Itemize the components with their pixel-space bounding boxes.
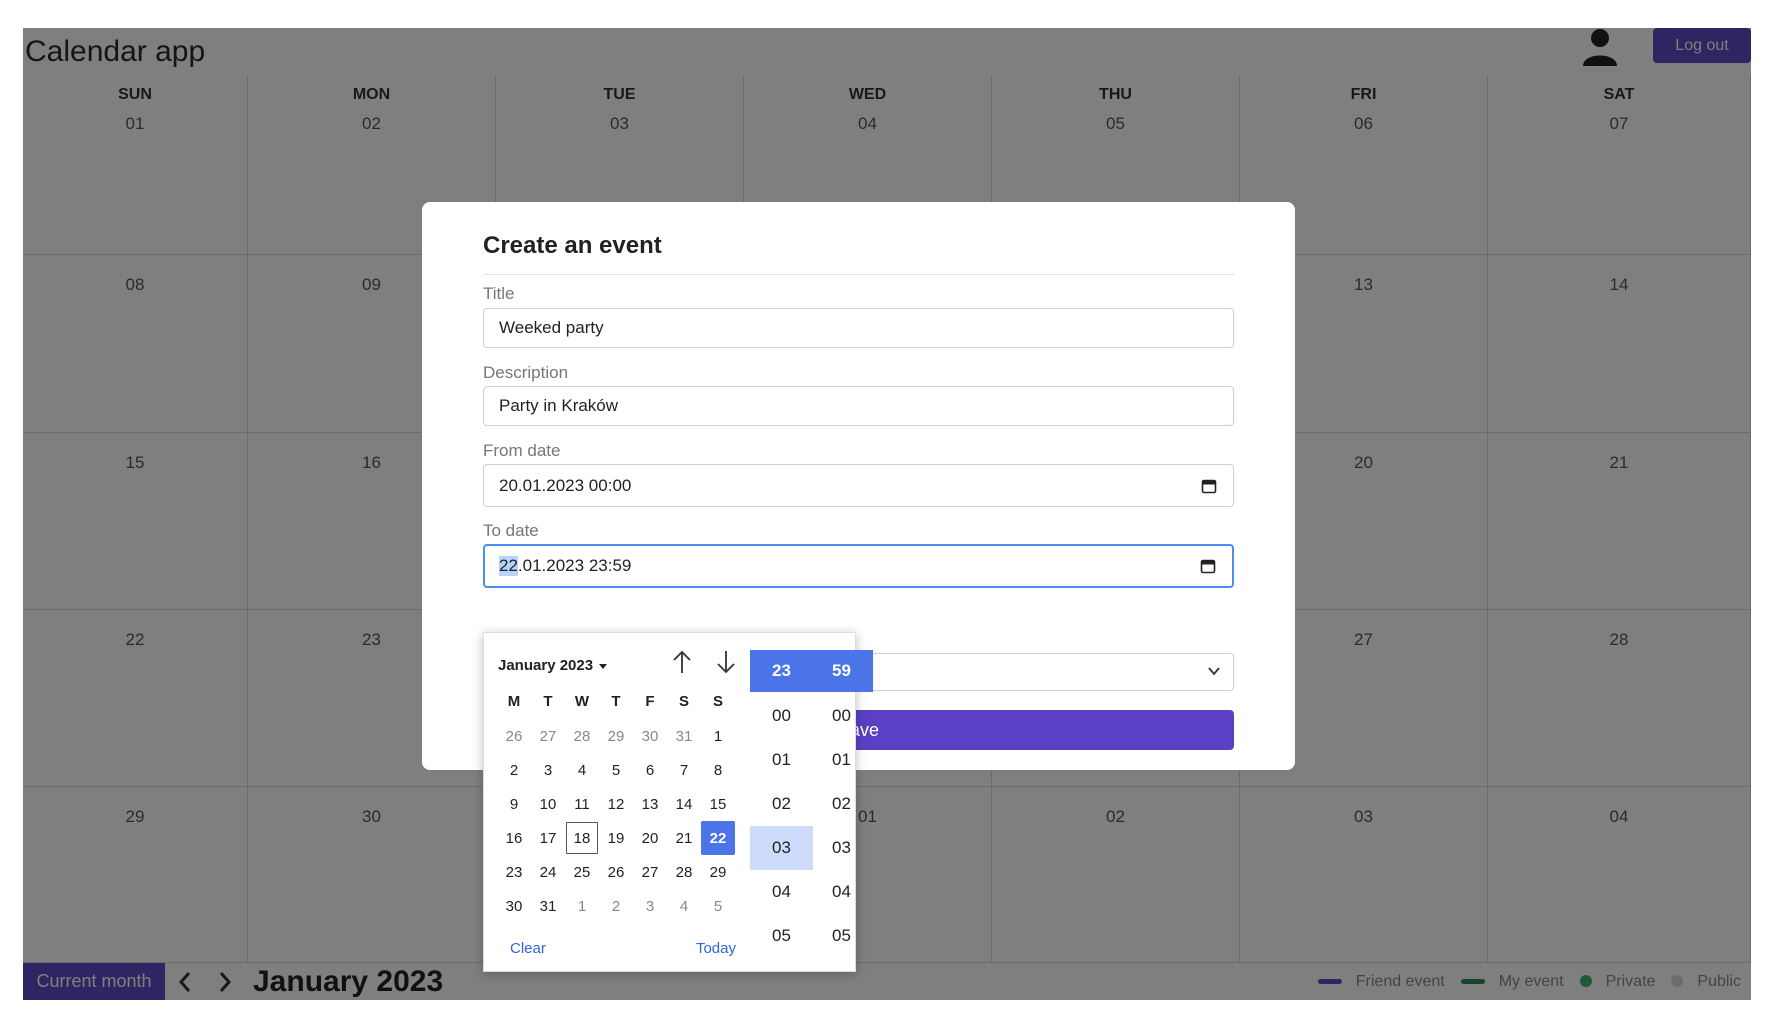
picker-weekday: M: [507, 693, 521, 710]
picker-weekday: S: [712, 693, 723, 710]
picker-day[interactable]: 17: [531, 821, 565, 855]
picker-weekday: F: [645, 693, 655, 710]
caret-down-icon: [599, 663, 608, 669]
description-input[interactable]: Party in Kraków: [483, 386, 1234, 426]
title-input-value: Weeked party: [499, 318, 604, 337]
title-label: Title: [483, 284, 515, 303]
calendar-icon[interactable]: [1201, 478, 1217, 494]
picker-month-selector[interactable]: January 2023: [498, 657, 608, 674]
description-input-value: Party in Kraków: [499, 396, 619, 415]
hour-option[interactable]: 01: [750, 738, 813, 782]
to-date-day-segment[interactable]: 22: [499, 556, 518, 576]
picker-days: 26 27 28 29 30 31 1 2 3 4 5 6 7 8 9 10 11 12 13 14 15 16 17 18 1…: [497, 719, 735, 923]
picker-day[interactable]: 2: [599, 889, 633, 923]
picker-day[interactable]: 31: [667, 719, 701, 753]
picker-arrows: [669, 647, 739, 677]
minute-option[interactable]: 03: [810, 826, 873, 870]
date-time-picker: January 2023 MTWTFSS 26 27 28 29 30 31 1 2 3 4 5 6 7…: [483, 632, 873, 972]
minute-option[interactable]: 05: [810, 914, 873, 958]
today-button[interactable]: Today: [696, 940, 736, 957]
picker-day[interactable]: 16: [497, 821, 531, 855]
picker-day[interactable]: 28: [565, 719, 599, 753]
minute-option[interactable]: 02: [810, 782, 873, 826]
picker-day[interactable]: 29: [701, 855, 735, 889]
picker-day[interactable]: 9: [497, 787, 531, 821]
picker-day[interactable]: 8: [701, 753, 735, 787]
picker-day[interactable]: 23: [497, 855, 531, 889]
picker-weekday: S: [678, 693, 689, 710]
description-label: Description: [483, 363, 569, 382]
picker-day[interactable]: 11: [565, 787, 599, 821]
to-date-rest: .01.2023 23:59: [517, 556, 632, 575]
picker-day[interactable]: 3: [531, 753, 565, 787]
picker-day[interactable]: 7: [667, 753, 701, 787]
picker-day[interactable]: 1: [701, 719, 735, 753]
chevron-down-icon: [1208, 667, 1220, 676]
title-input[interactable]: Weeked party: [483, 308, 1234, 348]
minute-column: 59 00 01 02 03 04 05: [810, 650, 873, 958]
picker-day[interactable]: 21: [667, 821, 701, 855]
picker-weekday: W: [574, 693, 590, 710]
picker-day[interactable]: 14: [667, 787, 701, 821]
picker-day[interactable]: 26: [599, 855, 633, 889]
picker-month-label: January 2023: [498, 657, 594, 674]
clear-button[interactable]: Clear: [510, 940, 546, 957]
picker-day[interactable]: 20: [633, 821, 667, 855]
picker-day[interactable]: 12: [599, 787, 633, 821]
minute-option-selected[interactable]: 59: [810, 650, 873, 692]
picker-day[interactable]: 10: [531, 787, 565, 821]
modal-title: Create an event: [483, 232, 662, 259]
picker-day[interactable]: 15: [701, 787, 735, 821]
hour-option[interactable]: 03: [750, 826, 813, 870]
picker-weekday: T: [543, 693, 553, 710]
hour-option[interactable]: 04: [750, 870, 813, 914]
minute-option[interactable]: 01: [810, 738, 873, 782]
hour-option-selected[interactable]: 23: [750, 650, 813, 692]
picker-day[interactable]: 4: [667, 889, 701, 923]
picker-day[interactable]: 31: [531, 889, 565, 923]
picker-day[interactable]: 4: [565, 753, 599, 787]
picker-day[interactable]: 30: [497, 889, 531, 923]
from-date-label: From date: [483, 441, 561, 460]
picker-day[interactable]: 30: [633, 719, 667, 753]
picker-day[interactable]: 27: [633, 855, 667, 889]
from-date-input[interactable]: 20.01.2023 00:00: [483, 464, 1234, 507]
minute-option[interactable]: 00: [810, 694, 873, 738]
picker-day[interactable]: 5: [701, 889, 735, 923]
picker-day-today[interactable]: 18: [565, 821, 599, 855]
minute-option[interactable]: 04: [810, 870, 873, 914]
hour-option[interactable]: 02: [750, 782, 813, 826]
picker-day[interactable]: 25: [565, 855, 599, 889]
picker-weekday-header: MTWTFSS: [497, 693, 735, 710]
picker-day[interactable]: 5: [599, 753, 633, 787]
picker-day[interactable]: 29: [599, 719, 633, 753]
arrow-down-icon[interactable]: [713, 647, 739, 677]
picker-day[interactable]: 27: [531, 719, 565, 753]
picker-day[interactable]: 2: [497, 753, 531, 787]
picker-day[interactable]: 3: [633, 889, 667, 923]
hour-option[interactable]: 00: [750, 694, 813, 738]
picker-weekday: T: [611, 693, 621, 710]
to-date-input[interactable]: 22.01.2023 23:59: [483, 544, 1234, 588]
divider: [483, 274, 1234, 275]
hour-column: 23 00 01 02 03 04 05: [750, 650, 813, 958]
picker-day[interactable]: 19: [599, 821, 633, 855]
picker-day[interactable]: 24: [531, 855, 565, 889]
picker-footer: Clear Today: [510, 940, 736, 957]
picker-day[interactable]: 28: [667, 855, 701, 889]
picker-day[interactable]: 26: [497, 719, 531, 753]
arrow-up-icon[interactable]: [669, 647, 695, 677]
picker-day-selected[interactable]: 22: [701, 821, 735, 855]
picker-day[interactable]: 13: [633, 787, 667, 821]
calendar-icon[interactable]: [1200, 558, 1216, 574]
picker-day[interactable]: 1: [565, 889, 599, 923]
from-date-value: 20.01.2023 00:00: [499, 475, 632, 495]
picker-day[interactable]: 6: [633, 753, 667, 787]
hour-option[interactable]: 05: [750, 914, 813, 958]
to-date-label: To date: [483, 521, 539, 540]
